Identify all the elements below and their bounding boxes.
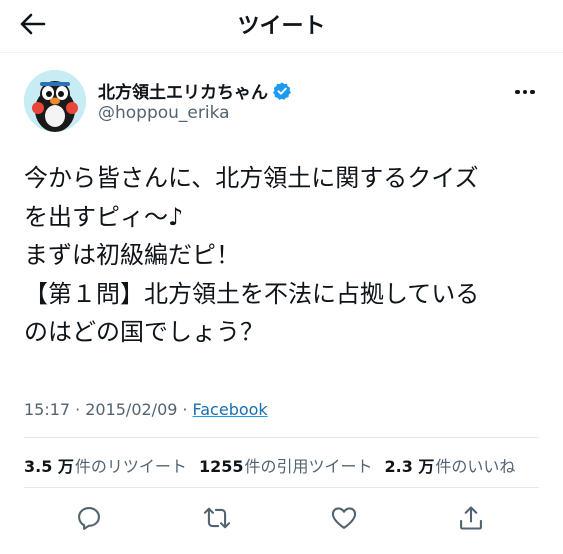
page-title: ツイート <box>237 14 326 39</box>
reply-button[interactable] <box>71 500 107 536</box>
more-options-button[interactable] <box>511 82 539 102</box>
tweet-time[interactable]: 15:17 <box>24 400 70 419</box>
likes-stat[interactable]: 2.3 万件のいいね <box>384 453 515 477</box>
likes-count: 2.3 万 <box>384 457 435 476</box>
retweets-count: 3.5 万 <box>24 457 74 476</box>
author-username[interactable]: @hoppou_erika <box>98 103 230 123</box>
likes-label: 件のいいね <box>435 457 516 476</box>
share-icon <box>460 506 482 530</box>
more-dot <box>530 89 535 95</box>
tweet-stats: 3.5 万件のリツイート 1255 件の引用ツイート 2.3 万件のいいね <box>24 453 515 477</box>
like-button[interactable] <box>326 500 362 536</box>
divider <box>24 487 539 488</box>
quotes-label: 件の引用ツイート <box>244 457 373 476</box>
divider <box>24 437 539 438</box>
share-button[interactable] <box>453 500 489 536</box>
tweet-date[interactable]: 2015/02/09 <box>85 400 177 419</box>
tweet-actions <box>0 500 563 536</box>
retweets-stat[interactable]: 3.5 万件のリツイート <box>24 453 187 477</box>
tweet-source-link[interactable]: Facebook <box>193 400 268 419</box>
tweet-text: 今から皆さんに、北方領土に関するクイズ を出すピィ〜♪ まずは初級編だピ！ 【第… <box>24 164 480 346</box>
verified-badge-icon <box>272 81 292 101</box>
author-display-name[interactable]: 北方領土エリカちゃん <box>98 78 292 103</box>
avatar[interactable] <box>24 70 86 132</box>
header-divider <box>0 52 563 53</box>
meta-separator: · <box>182 400 188 419</box>
retweets-label: 件のリツイート <box>74 457 187 476</box>
penguin-avatar-icon <box>24 70 86 132</box>
retweet-icon <box>203 507 231 529</box>
more-horizontal-icon <box>515 89 520 95</box>
meta-separator: · <box>75 400 81 419</box>
quotes-count: 1255 <box>198 457 244 476</box>
top-bar: ツイート <box>0 0 563 48</box>
retweet-button[interactable] <box>199 500 235 536</box>
reply-icon <box>78 507 100 530</box>
more-dot <box>522 89 528 95</box>
heart-icon <box>331 507 357 529</box>
quotes-stat[interactable]: 1255 件の引用ツイート <box>199 453 373 477</box>
display-name-text: 北方領土エリカちゃん <box>98 83 268 103</box>
tweet-meta: 15:17 · 2015/02/09 · Facebook <box>24 400 268 419</box>
